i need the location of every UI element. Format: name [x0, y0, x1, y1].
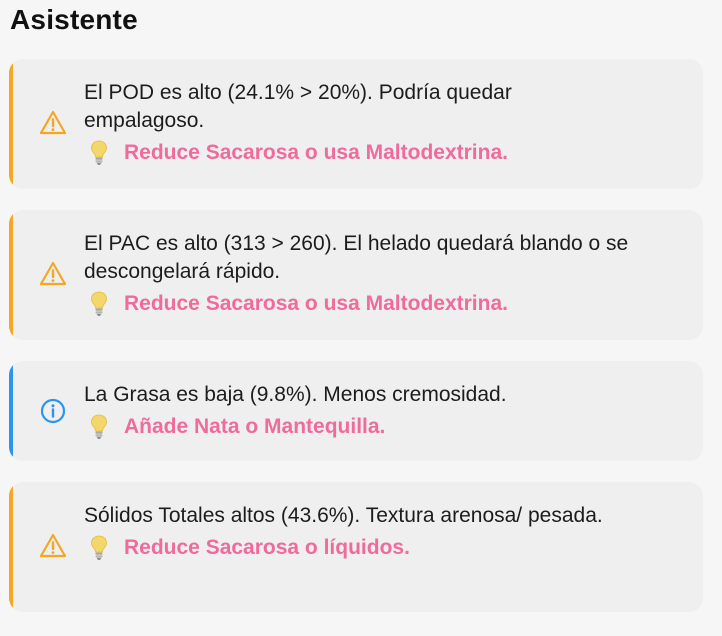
alert-message: Sólidos Totales altos (43.6%). Textura a…: [84, 504, 603, 527]
alert-message: El PAC es alto (313 > 260). El helado qu…: [84, 232, 629, 283]
suggestion-text: Añade Nata o Mantequilla.: [124, 415, 386, 438]
suggestion-text: Reduce Sacarosa o usa Maltodextrina.: [124, 141, 508, 164]
alert-accent-bar: [9, 361, 13, 461]
alert-accent-bar: [9, 59, 13, 189]
alert-accent-bar: [9, 210, 13, 340]
info-circle-icon: [40, 398, 66, 424]
alert-suggestion: Reduce Sacarosa o usa Maltodextrina.: [84, 139, 691, 167]
lightbulb-icon: [91, 291, 107, 316]
warning-triangle-icon: [39, 110, 67, 135]
lightbulb-icon: [91, 535, 107, 560]
alert-card-pod: El POD es alto (24.1% > 20%). Podría que…: [9, 59, 703, 189]
alert-suggestion: Reduce Sacarosa o usa Maltodextrina.: [84, 290, 691, 318]
alert-accent-bar: [9, 482, 13, 612]
alert-card-grasa: La Grasa es baja (9.8%). Menos cremosida…: [9, 361, 703, 461]
warning-triangle-icon: [39, 261, 67, 286]
suggestion-text: Reduce Sacarosa o usa Maltodextrina.: [124, 292, 508, 315]
alert-card-pac: El PAC es alto (313 > 260). El helado qu…: [9, 210, 703, 340]
page-title: Asistente: [10, 4, 138, 35]
warning-triangle-icon: [39, 533, 67, 558]
lightbulb-icon: [91, 140, 107, 165]
alert-message: La Grasa es baja (9.8%). Menos cremosida…: [84, 383, 507, 406]
alert-message: El POD es alto (24.1% > 20%). Podría que…: [84, 81, 512, 132]
alert-card-solidos: Sólidos Totales altos (43.6%). Textura a…: [9, 482, 703, 612]
alert-suggestion: Reduce Sacarosa o líquidos.: [84, 534, 691, 562]
alert-suggestion: Añade Nata o Mantequilla.: [84, 413, 691, 441]
lightbulb-icon: [91, 414, 107, 439]
suggestion-text: Reduce Sacarosa o líquidos.: [124, 536, 410, 559]
